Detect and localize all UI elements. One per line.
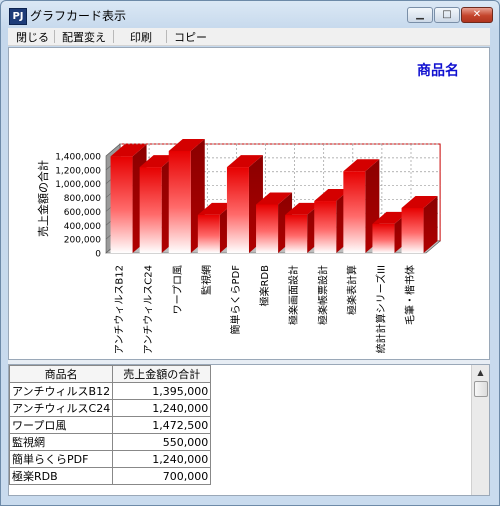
table-row[interactable]: アンチウィルスC24 1,240,000 <box>9 399 212 417</box>
chart-title: 商品名 <box>417 62 459 79</box>
bar-front <box>401 207 424 253</box>
product-cell[interactable]: アンチウィルスB12 <box>9 382 114 400</box>
close-icon: ✕ <box>472 9 482 20</box>
menu-print[interactable]: 印刷 <box>130 29 152 45</box>
minimize-button[interactable]: ▁ <box>407 7 433 23</box>
bar-front <box>168 150 191 253</box>
bar <box>401 195 438 253</box>
bar-front <box>139 167 162 253</box>
bar-front <box>314 201 337 253</box>
window-title: グラフカード表示 <box>30 9 127 23</box>
y-tick-label: 600,000 <box>64 208 101 218</box>
menu-close[interactable]: 閉じる <box>16 29 49 45</box>
amount-cell[interactable]: 1,240,000 <box>112 450 212 468</box>
bar-front <box>197 214 220 253</box>
data-grid-pane: 商品名 売上金額の合計 アンチウィルスB12 1,395,000 アンチウィルスC… <box>8 364 490 496</box>
title-bar[interactable]: PJ グラフカード表示 ▁ □ ✕ <box>1 1 499 29</box>
y-axis-label: 売上金額の合計 <box>36 160 50 237</box>
x-tick-label: 統計計算シリーズIII <box>374 265 387 353</box>
table-row[interactable]: 極楽RDB 700,000 <box>9 467 212 485</box>
scroll-up-icon[interactable]: ▲ <box>472 365 489 381</box>
product-cell[interactable]: 極楽RDB <box>9 467 114 485</box>
x-tick-label: 監視網 <box>200 265 213 295</box>
table-header-row: 商品名 売上金額の合計 <box>9 365 212 383</box>
bar-front <box>226 167 249 253</box>
y-tick-label: 800,000 <box>64 194 101 204</box>
menu-separator <box>54 30 55 43</box>
amount-cell[interactable]: 1,395,000 <box>112 382 212 400</box>
x-tick-label: 極楽帳票設計 <box>316 265 329 325</box>
y-tick-label: 1,200,000 <box>55 166 101 176</box>
chart-pane: 1,400,000 1,200,000 1,000,000 800,000 600,00… <box>8 47 490 360</box>
bar-front <box>110 156 133 253</box>
product-cell[interactable]: ワープロ風 <box>9 416 114 434</box>
x-tick-label: 簡単らくらPDF <box>229 265 242 335</box>
table-row[interactable]: 簡単らくらPDF 1,240,000 <box>9 450 212 468</box>
y-tick-label: 1,000,000 <box>55 180 101 190</box>
x-tick-label: アンチウィルスB12 <box>114 265 126 354</box>
maximize-icon: □ <box>442 9 452 20</box>
y-tick-label: 200,000 <box>64 236 101 246</box>
menu-separator <box>113 30 114 43</box>
table-row[interactable]: ワープロ風 1,472,500 <box>9 416 212 434</box>
table-row[interactable]: 監視網 550,000 <box>9 433 212 451</box>
menu-separator <box>166 30 167 43</box>
bar-front <box>285 214 308 253</box>
amount-cell[interactable]: 1,240,000 <box>112 399 212 417</box>
column-header-product[interactable]: 商品名 <box>9 365 114 383</box>
close-button[interactable]: ✕ <box>461 7 493 23</box>
y-tick-label: 0 <box>95 250 101 260</box>
x-tick-label: 毛筆・楷书体 <box>404 265 417 325</box>
scroll-thumb[interactable] <box>474 381 488 397</box>
data-table: 商品名 売上金額の合計 アンチウィルスB12 1,395,000 アンチウィルスC… <box>9 365 212 485</box>
bar-chart: 1,400,000 1,200,000 1,000,000 800,000 600,00… <box>36 62 459 354</box>
x-tick-label: ワープロ風 <box>172 265 184 314</box>
menu-copy[interactable]: コピー <box>174 29 207 45</box>
product-cell[interactable]: アンチウィルスC24 <box>9 399 114 417</box>
amount-cell[interactable]: 550,000 <box>112 433 212 451</box>
column-header-sales-total[interactable]: 売上金額の合計 <box>112 365 212 383</box>
x-tick-label: 極楽表計算 <box>345 265 358 315</box>
bar-front <box>256 204 279 253</box>
product-cell[interactable]: 簡単らくらPDF <box>9 450 114 468</box>
maximize-button[interactable]: □ <box>434 7 460 23</box>
menu-rearrange[interactable]: 配置変え <box>62 29 106 45</box>
bar-front <box>343 171 366 253</box>
product-cell[interactable]: 監視網 <box>9 433 114 451</box>
minimize-icon: ▁ <box>416 9 424 20</box>
bar-front <box>372 223 395 253</box>
x-tick-label: 極楽画面設計 <box>287 265 300 325</box>
x-tick-label: アンチウィルスC24 <box>143 265 155 354</box>
x-tick-label: 極楽RDB <box>258 265 271 307</box>
vertical-scrollbar[interactable]: ▲ <box>471 365 489 495</box>
y-tick-label: 400,000 <box>64 222 101 232</box>
app-logo-icon: PJ <box>9 8 27 25</box>
table-row[interactable]: アンチウィルスB12 1,395,000 <box>9 382 212 400</box>
y-tick-label: 1,400,000 <box>55 153 101 163</box>
amount-cell[interactable]: 700,000 <box>112 467 212 485</box>
menu-bar: 閉じる 配置変え 印刷 コピー <box>8 28 490 46</box>
amount-cell[interactable]: 1,472,500 <box>112 416 212 434</box>
